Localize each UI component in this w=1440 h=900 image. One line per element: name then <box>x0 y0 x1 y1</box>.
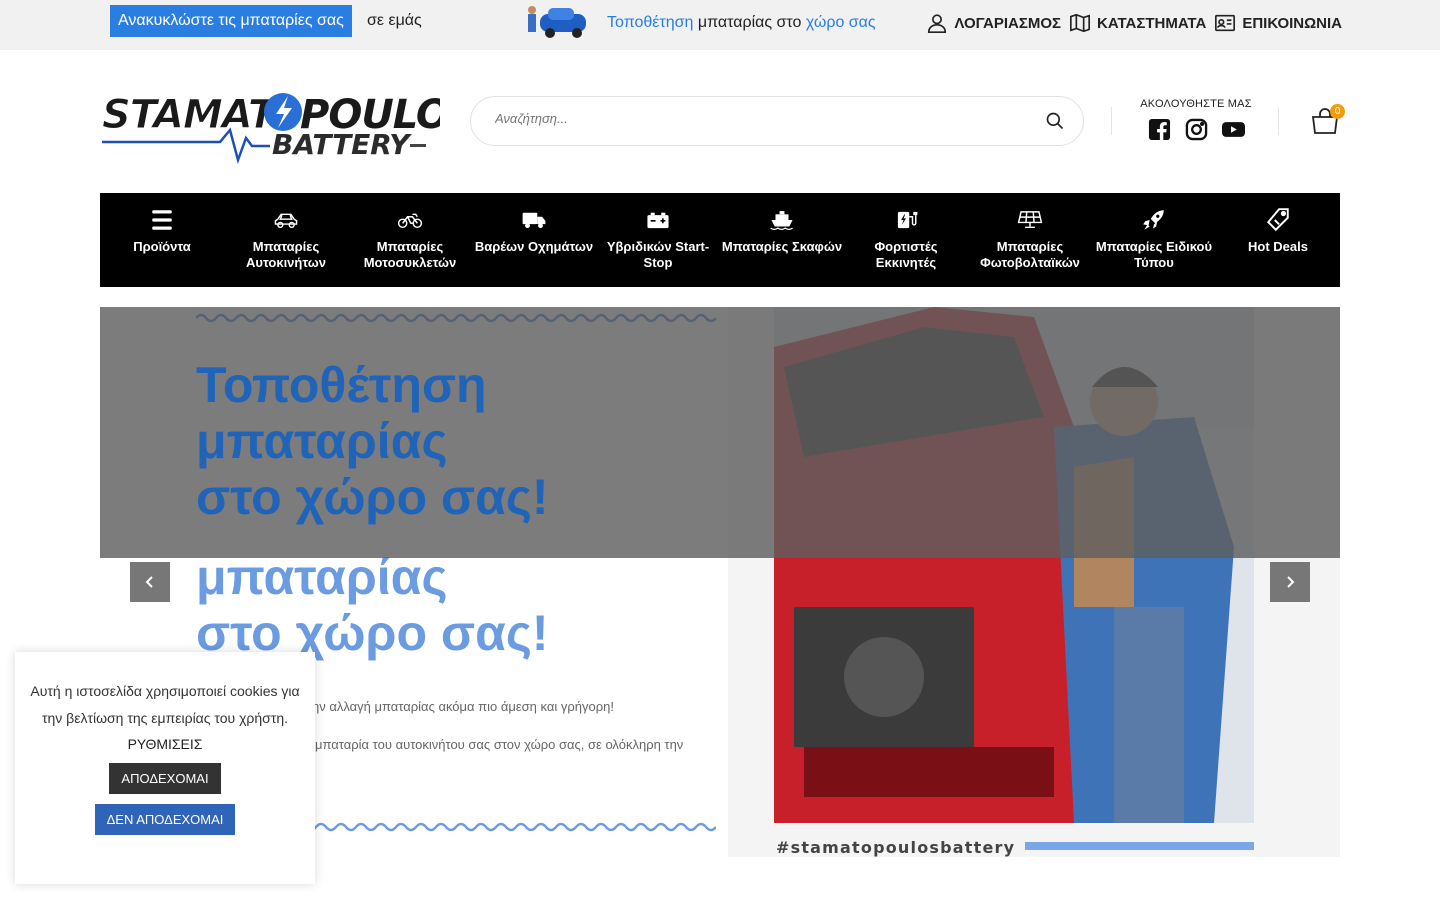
slide-subtext-2: μπαταρία του αυτοκινήτου σας στον χώρο σ… <box>315 737 684 752</box>
slide-dim-overlay: Τοποθέτηση μπαταρίας στο χώρο σας! <box>100 307 1340 558</box>
promo-middle: μπαταρίας στο <box>693 14 806 31</box>
car-service-icon <box>528 6 586 38</box>
account-link[interactable]: ΛΟΓΑΡΙΑΣΜΟΣ <box>926 10 1061 36</box>
slider-next-button[interactable] <box>1270 562 1310 602</box>
stores-link[interactable]: ΚΑΤΑΣΤΗΜΑΤΑ <box>1069 10 1206 36</box>
svg-text:STAMAT: STAMAT <box>102 92 278 138</box>
motorcycle-icon <box>397 213 423 229</box>
nav-item-start-stop[interactable]: Υβριδικών Start-Stop <box>596 193 720 287</box>
promo-link[interactable]: Τοποθέτηση μπαταρίας στο χώρο σας <box>607 14 876 32</box>
slider-prev-button[interactable] <box>130 562 170 602</box>
solar-panel-icon <box>1017 211 1043 229</box>
cookie-decline-button[interactable]: ΔΕΝ ΑΠΟΔΕΧΟΜΑΙ <box>94 804 236 835</box>
header-divider <box>1278 107 1279 135</box>
chevron-right-icon <box>1287 576 1295 588</box>
contact-link[interactable]: ΕΠΙΚΟΙΝΩΝΙΑ <box>1214 10 1342 36</box>
slide-headline-line1: Τοποθέτηση <box>196 357 487 413</box>
slide-headline-line2: μπαταρίας <box>196 413 448 469</box>
cookie-settings-link[interactable]: ΡΥΘΜΙΣΕΙΣ <box>25 731 305 757</box>
nav-label: Βαρέων Οχημάτων <box>474 239 594 254</box>
nav-item-special-batteries[interactable]: Μπαταρίες Ειδικού Τύπου <box>1092 193 1216 287</box>
battery-icon <box>647 212 669 229</box>
instagram-icon[interactable] <box>1185 118 1208 141</box>
slide-hashtag: #stamatopoulosbattery <box>776 838 1016 857</box>
rocket-icon <box>1143 210 1164 230</box>
charger-icon <box>897 211 918 229</box>
slide-accent-line <box>1025 842 1254 850</box>
chevron-left-icon <box>145 576 153 588</box>
nav-item-motorcycle-batteries[interactable]: Μπαταρίες Μοτοσυκλετών <box>348 193 472 287</box>
recycle-batteries-link[interactable]: Ανακυκλώστε τις μπαταρίες σας <box>110 5 352 37</box>
recycle-tail-text: σε εμάς <box>367 12 422 29</box>
user-icon <box>928 14 947 33</box>
site-logo[interactable]: STAMAT POULOS BATTERY <box>100 90 440 165</box>
nav-item-solar-batteries[interactable]: Μπαταρίες Φωτοβολταϊκών <box>968 193 1092 287</box>
cookie-consent-popup: Αυτή η ιστοσελίδα χρησιμοποιεί cookies γ… <box>15 652 315 884</box>
social-links <box>1128 118 1264 141</box>
promo-highlight-2: χώρο σας <box>805 14 876 31</box>
nav-label: Φορτιστές Εκκινητές <box>874 239 938 270</box>
svg-text:BATTERY: BATTERY <box>272 128 412 161</box>
nav-item-hot-deals[interactable]: Hot Deals <box>1216 193 1340 287</box>
search-bar <box>470 96 1084 146</box>
cookie-accept-button[interactable]: ΑΠΟΔΕΧΟΜΑΙ <box>109 763 221 794</box>
contact-label: ΕΠΙΚΟΙΝΩΝΙΑ <box>1242 14 1342 32</box>
follow-us: ΑΚΟΛΟΥΘΗΣΤΕ ΜΑΣ <box>1128 98 1264 141</box>
nav-label: Υβριδικών Start-Stop <box>606 239 710 270</box>
nav-item-heavy-vehicles[interactable]: Βαρέων Οχημάτων <box>472 193 596 287</box>
top-bar: Ανακυκλώστε τις μπαταρίες σας σε εμάς Το… <box>0 0 1440 50</box>
slide-subtext-1: ην αλλαγή μπαταρίας ακόμα πιο άμεση και … <box>312 699 614 714</box>
nav-item-boat-batteries[interactable]: Μπαταρίες Σκαφών <box>720 193 844 287</box>
follow-label: ΑΚΟΛΟΥΘΗΣΤΕ ΜΑΣ <box>1140 98 1252 110</box>
nav-label: Μπαταρίες Μοτοσυκλετών <box>363 239 457 270</box>
cookie-message: Αυτή η ιστοσελίδα χρησιμοποιεί cookies γ… <box>30 683 300 726</box>
nav-label: Μπαταρίες Αυτοκινήτων <box>245 239 327 270</box>
nav-label: Προϊόντα <box>133 239 191 254</box>
stores-label: ΚΑΤΑΣΤΗΜΑΤΑ <box>1097 14 1207 32</box>
map-icon <box>1070 13 1091 33</box>
cart-count-badge: 0 <box>1330 104 1345 119</box>
truck-icon <box>522 212 546 229</box>
top-links: ΛΟΓΑΡΙΑΣΜΟΣ ΚΑΤΑΣΤΗΜΑΤΑ ΕΠΙΚΟΙΝΩΝΙΑ <box>926 10 1342 36</box>
nav-item-car-batteries[interactable]: Μπαταρίες Αυτοκινήτων <box>224 193 348 287</box>
facebook-icon[interactable] <box>1148 118 1171 141</box>
nav-label: Hot Deals <box>1248 239 1308 254</box>
contact-card-icon <box>1215 14 1236 32</box>
ship-icon <box>770 211 793 230</box>
nav-label: Μπαταρίες Σκαφών <box>721 239 843 254</box>
account-label: ΛΟΓΑΡΙΑΣΜΟΣ <box>954 14 1062 32</box>
youtube-icon[interactable] <box>1221 118 1245 141</box>
search-icon[interactable] <box>1045 111 1065 131</box>
car-icon <box>274 213 298 229</box>
search-input[interactable] <box>495 111 1015 126</box>
nav-item-chargers[interactable]: Φορτιστές Εκκινητές <box>844 193 968 287</box>
category-nav: Προϊόντα Μπαταρίες Αυτοκινήτων Μπαταρίες… <box>100 193 1340 287</box>
nav-label: Μπαταρίες Φωτοβολταϊκών <box>980 239 1080 270</box>
header-divider <box>1111 107 1112 135</box>
nav-label: Μπαταρίες Ειδικού Τύπου <box>1095 239 1213 270</box>
promo-highlight-1: Τοποθέτηση <box>607 14 694 31</box>
tag-icon <box>1266 208 1289 232</box>
nav-item-products[interactable]: Προϊόντα <box>100 193 224 287</box>
menu-icon <box>152 210 172 230</box>
slide-headline-line3: στο χώρο σας! <box>196 469 549 525</box>
